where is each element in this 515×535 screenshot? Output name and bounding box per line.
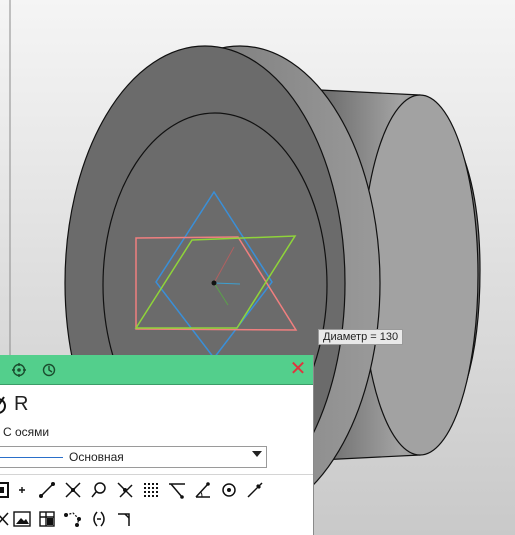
line-segment-icon[interactable] [37, 480, 57, 500]
circle-point-icon[interactable] [89, 480, 109, 500]
table-icon[interactable] [37, 509, 57, 529]
with-axes-option[interactable]: С осями [3, 425, 49, 439]
dimension-tooltip: Диаметр = 130 [318, 329, 404, 345]
line-style-select[interactable]: Основная [0, 446, 267, 468]
image-icon[interactable] [12, 509, 32, 529]
radius-type-label[interactable]: R [14, 393, 28, 416]
arc-pair-icon[interactable] [89, 509, 109, 529]
origin-point [211, 280, 217, 286]
panel-header: ✕ [0, 355, 313, 385]
pick-icon[interactable] [245, 480, 265, 500]
close-icon[interactable]: ✕ [289, 359, 307, 379]
panel-separator [0, 474, 313, 475]
properties-panel: ✕ R С осями Основная [0, 355, 314, 535]
settings-gear-icon[interactable] [11, 362, 27, 378]
polyline-points-icon[interactable] [63, 509, 83, 529]
grid-points-icon[interactable] [141, 480, 161, 500]
diameter-icon[interactable] [0, 394, 8, 416]
circle-center-icon[interactable] [219, 480, 239, 500]
chevron-down-icon[interactable] [252, 451, 262, 457]
line-style-value: Основная [69, 450, 124, 464]
intersection-icon[interactable] [63, 480, 83, 500]
angle-line-icon[interactable] [167, 480, 187, 500]
corner-icon[interactable] [115, 509, 135, 529]
line-style-preview [0, 457, 63, 458]
tangent-icon[interactable] [115, 480, 135, 500]
angle-icon[interactable] [193, 480, 213, 500]
point-icon[interactable] [12, 480, 32, 500]
circle-gear-icon[interactable] [41, 362, 57, 378]
